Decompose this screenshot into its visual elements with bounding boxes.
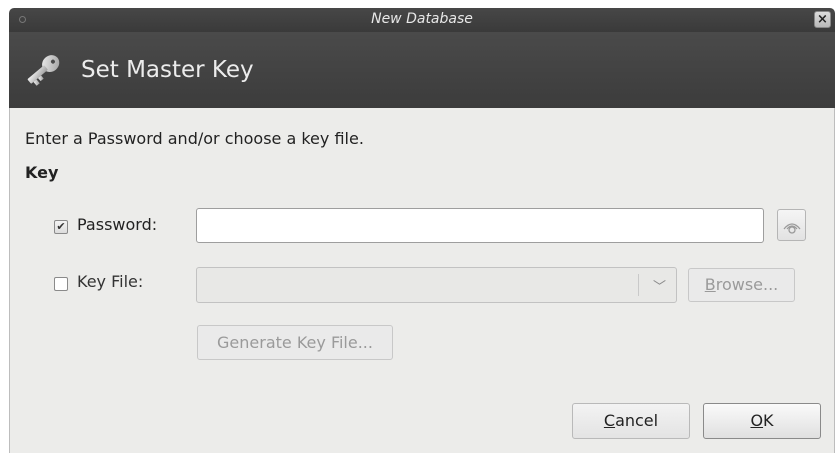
dialog-header: Set Master Key xyxy=(9,32,835,108)
password-checkbox[interactable]: ✔ xyxy=(54,220,68,234)
password-input[interactable] xyxy=(196,208,764,243)
instruction-text: Enter a Password and/or choose a key fil… xyxy=(25,129,364,148)
browse-label: rowse... xyxy=(715,275,779,294)
key-file-combobox[interactable]: ﹀ xyxy=(196,267,677,303)
eye-icon xyxy=(783,223,801,234)
close-button[interactable]: × xyxy=(814,11,831,28)
browse-mnemonic: B xyxy=(704,275,716,294)
key-file-label: Key File: xyxy=(77,272,144,291)
ok-mnemonic: O xyxy=(750,411,764,430)
window-title: New Database xyxy=(371,11,473,27)
cancel-label: ancel xyxy=(615,411,659,430)
dialog-heading: Set Master Key xyxy=(81,57,254,83)
cancel-button[interactable]: Cancel xyxy=(572,403,690,439)
ok-label: K xyxy=(763,411,774,430)
window-titlebar: New Database × xyxy=(9,8,835,32)
key-file-checkbox[interactable] xyxy=(54,277,68,291)
generate-key-file-button[interactable]: Generate Key File... xyxy=(197,325,393,360)
key-section-label: Key xyxy=(25,163,59,182)
password-label: Password: xyxy=(77,215,158,234)
show-password-button[interactable] xyxy=(777,209,806,241)
chevron-down-icon[interactable]: ﹀ xyxy=(653,276,666,295)
ok-button[interactable]: OK xyxy=(703,403,821,439)
cancel-mnemonic: C xyxy=(603,411,616,430)
dialog-body: Enter a Password and/or choose a key fil… xyxy=(9,108,835,453)
browse-button[interactable]: Browse... xyxy=(688,268,795,302)
key-icon xyxy=(27,55,60,86)
combobox-separator xyxy=(638,274,639,296)
